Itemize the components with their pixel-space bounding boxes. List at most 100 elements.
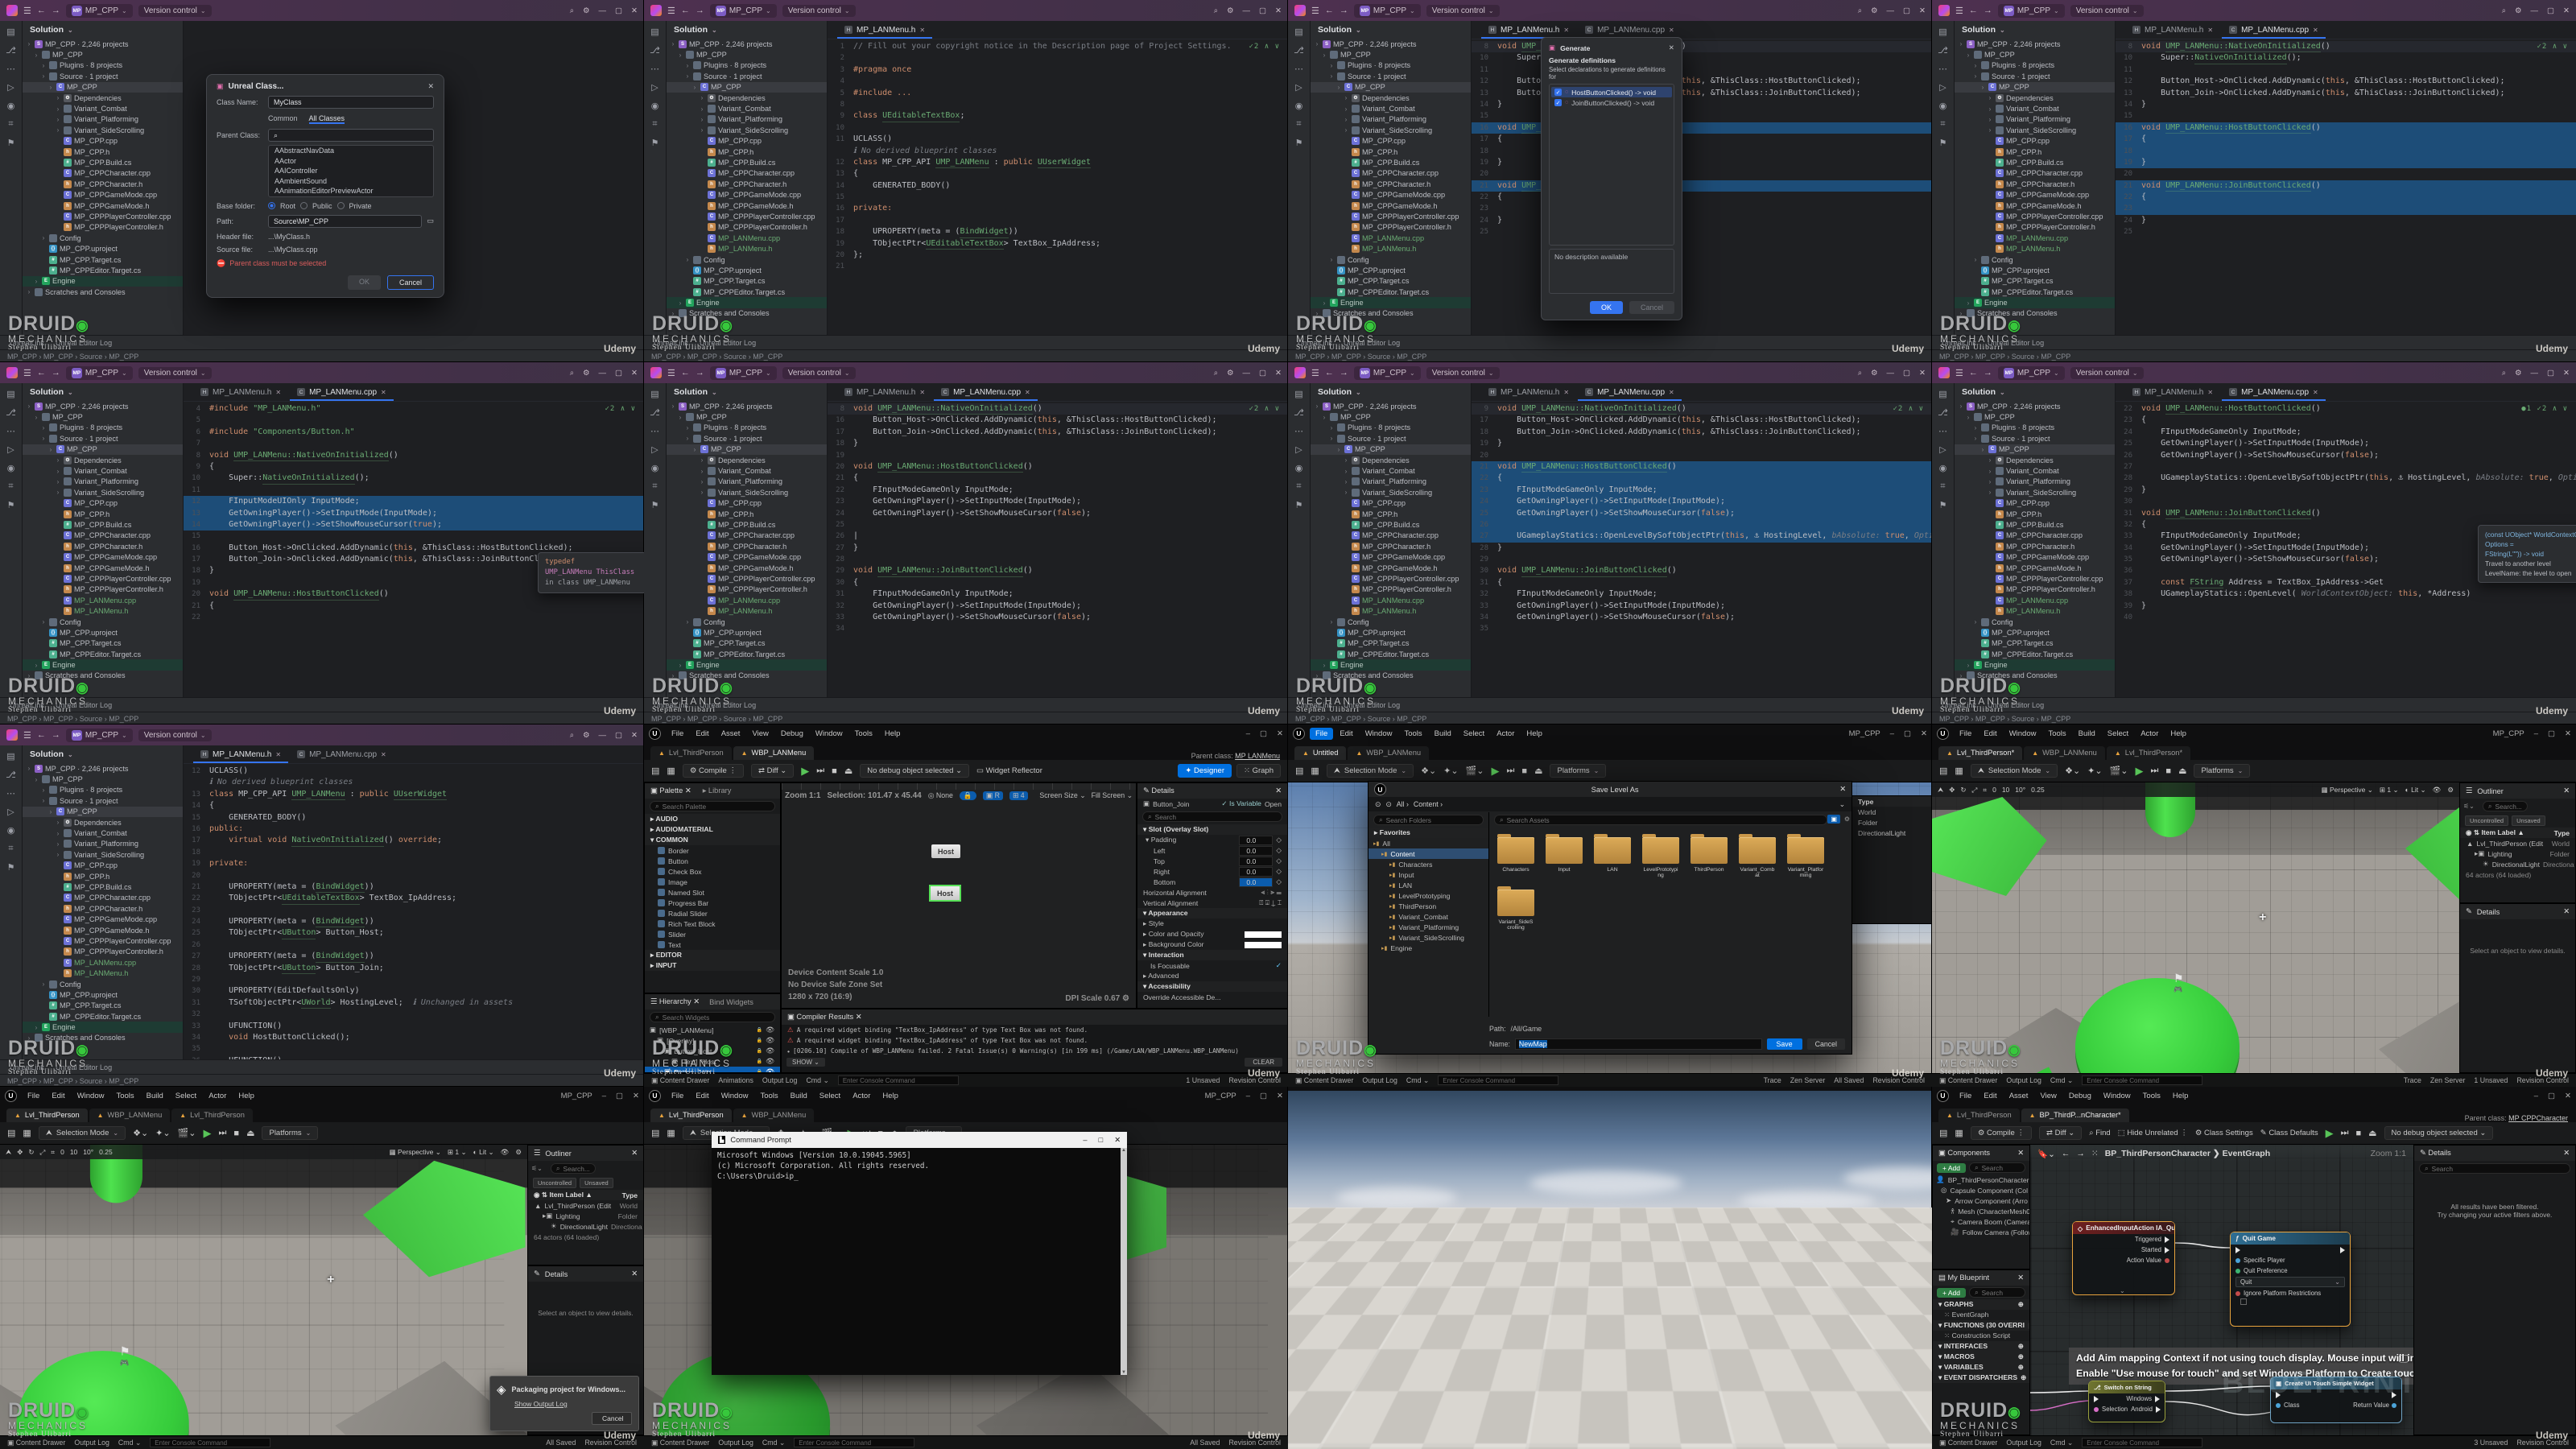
version-control-selector[interactable]: Version control⌄ bbox=[782, 367, 856, 379]
reset-diamond-icon[interactable]: ◇ bbox=[1276, 836, 1282, 844]
tree-item[interactable]: ›Variant_SideScrolling bbox=[23, 125, 183, 135]
settings-icon[interactable]: ⚙ bbox=[1871, 6, 1878, 15]
menu-file[interactable]: File bbox=[1954, 1090, 1977, 1102]
maximize-icon[interactable]: ▢ bbox=[1260, 729, 1267, 738]
close-tab-icon[interactable]: ✕ bbox=[1563, 389, 1569, 396]
tree-item[interactable]: CMP_CPP.cpp bbox=[23, 861, 183, 871]
commits-icon[interactable]: ⎇ bbox=[6, 45, 16, 56]
cinematics-icon[interactable]: 🎬⌄ bbox=[178, 1128, 196, 1138]
path-input[interactable]: Source\MP_CPP bbox=[268, 215, 422, 228]
close-icon[interactable]: ✕ bbox=[2563, 786, 2570, 795]
tree-item[interactable]: {}MP_CPP.uproject bbox=[23, 627, 183, 638]
monitor-icon[interactable]: 🖵 bbox=[2398, 1352, 2409, 1365]
menu-actor[interactable]: Actor bbox=[2135, 728, 2164, 740]
tree-item[interactable]: hMP_CPP.h bbox=[1311, 509, 1471, 519]
tree-item[interactable]: hMP_LANMenu.h bbox=[1955, 243, 2115, 254]
close-tab-icon[interactable]: ✕ bbox=[275, 389, 281, 396]
tree-item[interactable]: ›Variant_SideScrolling bbox=[667, 125, 827, 135]
browse-icon[interactable]: ▦ bbox=[1311, 766, 1319, 776]
tree-item[interactable]: #MP_CPP.Target.cs bbox=[667, 638, 827, 649]
event-node-ia-quit[interactable]: ◇EnhancedInputAction IA_QuitTriggeredSta… bbox=[2072, 1221, 2175, 1295]
tab-common[interactable]: Common bbox=[268, 114, 298, 124]
tree-item[interactable]: {}MP_CPP.uproject bbox=[23, 243, 183, 254]
commits-icon[interactable]: ⎇ bbox=[6, 770, 16, 780]
run-icon[interactable]: ▷ bbox=[7, 444, 14, 455]
more-tools-icon[interactable]: ⋯ bbox=[6, 426, 15, 436]
tree-item[interactable]: hMP_CPPGameMode.h bbox=[23, 563, 183, 573]
menu-edit[interactable]: Edit bbox=[1978, 728, 2002, 740]
platforms-selector[interactable]: Platforms⌄ bbox=[262, 1126, 318, 1140]
code-editor[interactable]: 8void UMP_LANMenu::NativeOnInitialized()… bbox=[828, 402, 1288, 697]
tree-item[interactable]: #MP_CPPEditor.Target.cs bbox=[23, 1011, 183, 1022]
palette-item[interactable]: Button bbox=[645, 856, 780, 866]
packaging-toast[interactable]: ◈Packaging project for Windows...Show Ou… bbox=[489, 1376, 639, 1431]
unreal-link-icon[interactable]: ◉ bbox=[1939, 101, 1947, 111]
menu-view[interactable]: View bbox=[2034, 1090, 2062, 1102]
menu-help[interactable]: Help bbox=[233, 1090, 260, 1102]
editor-tab[interactable]: CMP_LANMenu.cpp✕ bbox=[290, 745, 394, 763]
tree-item[interactable]: hMP_CPPPlayerController.h bbox=[667, 584, 827, 595]
tree-item[interactable]: ›Variant_Combat bbox=[23, 103, 183, 114]
menu-debug[interactable]: Debug bbox=[775, 728, 809, 740]
reset-diamond-icon[interactable]: ◇ bbox=[1276, 877, 1282, 886]
screen-size-selector[interactable]: Screen Size ⌄ bbox=[1039, 791, 1085, 800]
menu-file[interactable]: File bbox=[666, 728, 689, 740]
tree-item[interactable]: ›Source · 1 project bbox=[667, 71, 827, 81]
menu-select[interactable]: Select bbox=[170, 1090, 202, 1102]
editor-tab[interactable]: HMP_LANMenu.h✕ bbox=[193, 383, 288, 401]
tree-item[interactable]: ›Variant_Platforming bbox=[23, 839, 183, 849]
folder-tree-row[interactable]: ▸▮Engine bbox=[1368, 943, 1488, 953]
tree-item[interactable]: ›CMP_CPP bbox=[667, 82, 827, 93]
accessibility-section[interactable]: ▾ Accessibility bbox=[1137, 981, 1287, 992]
tree-item[interactable]: CMP_CPPCharacter.cpp bbox=[23, 168, 183, 179]
1-unsaved[interactable]: 1 Unsaved bbox=[1186, 1076, 1220, 1084]
asset-tab[interactable]: ▲Lvl_ThirdPerson* bbox=[2107, 746, 2190, 760]
tree-item[interactable]: ›EEngine bbox=[667, 659, 827, 670]
checkbox-checked-icon[interactable]: ✓ bbox=[1554, 99, 1562, 106]
hierarchy-row[interactable]: ▣[Overlay]🔒👁 bbox=[645, 1035, 780, 1046]
rotate-icon[interactable]: ↻ bbox=[1960, 786, 1966, 795]
run-icon[interactable]: ▷ bbox=[1939, 444, 1946, 455]
eject-button[interactable]: ⏏ bbox=[844, 766, 852, 776]
tree-item[interactable]: ›⚙Dependencies bbox=[23, 817, 183, 828]
tree-item[interactable]: hMP_CPPGameMode.h bbox=[667, 563, 827, 573]
close-tab-icon[interactable]: ✕ bbox=[2313, 27, 2318, 34]
host-button-widget-selected[interactable]: Host bbox=[929, 885, 961, 902]
parent-class-list[interactable]: AAbstractNavDataAActorAAIControllerAAmbi… bbox=[268, 145, 434, 197]
tree-item[interactable]: CMP_CPPCharacter.cpp bbox=[1311, 530, 1471, 541]
parent-class-option[interactable]: AAIController bbox=[269, 166, 433, 176]
tree-item[interactable]: ›SMP_CPP · 2,246 projects bbox=[1311, 401, 1471, 411]
my-blueprint-row[interactable]: ▾ VARIABLES⊕ bbox=[1933, 1362, 2029, 1373]
scale-icon[interactable]: ⤢ bbox=[39, 1148, 45, 1157]
menu-file[interactable]: File bbox=[666, 1090, 689, 1102]
radio-private[interactable] bbox=[337, 202, 345, 209]
checkbox-unchecked[interactable] bbox=[2240, 1298, 2247, 1305]
palette-item[interactable]: Text bbox=[645, 939, 780, 950]
eject-button[interactable]: ⏏ bbox=[1534, 766, 1542, 776]
tree-item[interactable]: ›MP_CPP bbox=[1955, 411, 2115, 422]
breadcrumb-all[interactable]: All › bbox=[1397, 800, 1409, 808]
close-icon[interactable]: ✕ bbox=[1275, 786, 1282, 795]
add-icon[interactable]: ⊕ bbox=[2018, 1300, 2024, 1309]
color-swatch[interactable] bbox=[1245, 931, 1282, 938]
inspection-widget[interactable]: ✓2 ∧ ∨ bbox=[1249, 43, 1280, 51]
inspection-widget[interactable]: ✓2 ∧ ∨ bbox=[605, 405, 636, 413]
level-viewport-scene[interactable]: ⚑🎮+⮝✥↻⤢⌗01010°0.25▦ Perspective ⌄⊞ 1 ⌄◐ … bbox=[0, 1145, 527, 1435]
is-focusable-row[interactable]: Is Focusable✓ bbox=[1137, 960, 1287, 971]
commits-icon[interactable]: ⎇ bbox=[6, 407, 16, 418]
tree-item[interactable]: ›Variant_SideScrolling bbox=[667, 487, 827, 497]
folder-tree-row[interactable]: ▸▮Variant_Combat bbox=[1368, 911, 1488, 922]
tree-item[interactable]: hMP_LANMenu.h bbox=[23, 605, 183, 616]
settings-icon[interactable]: ⚙ bbox=[583, 6, 590, 15]
unreal-link-icon[interactable]: ◉ bbox=[7, 101, 15, 111]
menu-build[interactable]: Build bbox=[141, 1090, 169, 1102]
inspection-widget[interactable]: ●1 ✓2 ∧ ∨ bbox=[2521, 405, 2568, 413]
maximize-icon[interactable]: ▢ bbox=[615, 6, 622, 15]
tree-item[interactable]: hMP_CPPPlayerController.h bbox=[23, 947, 183, 957]
project-selector[interactable]: MPMP_CPP⌄ bbox=[1998, 4, 2065, 18]
ok-button[interactable]: OK bbox=[1590, 301, 1623, 314]
project-icon[interactable]: ▤ bbox=[6, 751, 14, 762]
tree-item[interactable]: ›Scratches and Consoles bbox=[23, 671, 183, 681]
menu-build[interactable]: Build bbox=[2073, 728, 2101, 740]
frame-skip-button[interactable]: ⏭ bbox=[2341, 1128, 2349, 1138]
